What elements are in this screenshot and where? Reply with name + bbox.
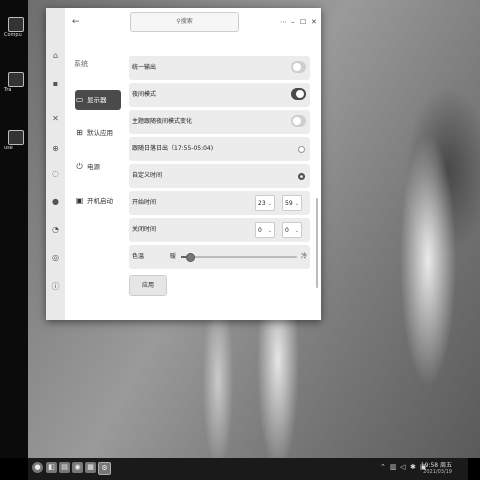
system-icon[interactable]: ▪ xyxy=(50,78,61,89)
taskbar: ● ◧ ▤ ◉ ▦ ⚙ ⌃ ▥ ◁ ✱ ▣ 19:58 周五 2021/03/1… xyxy=(28,458,480,480)
start-time-row: 开始时间 23 ⌄ 59 ⌄ xyxy=(129,191,310,215)
color-temp-row: 色温 暖 冷 xyxy=(129,245,310,269)
sunset-sunrise-row[interactable]: 跟随日落日出（17:55-05:04) xyxy=(129,137,310,161)
custom-time-label: 自定义时间 xyxy=(132,172,163,179)
clock-time[interactable]: 19:58 周五 xyxy=(421,460,452,469)
start-menu-icon[interactable]: ● xyxy=(32,462,43,473)
volume-icon[interactable]: ◁ xyxy=(400,463,405,471)
chevron-down-icon: ⌄ xyxy=(267,228,272,234)
chevron-down-icon: ⌄ xyxy=(267,201,272,207)
minimize-icon[interactable]: – xyxy=(291,18,295,26)
follow-theme-row: 主题跟随夜间模式变化 xyxy=(129,110,310,134)
desktop-icon-computer[interactable]: Compu xyxy=(4,17,34,38)
desktop-icon-home[interactable]: use xyxy=(4,130,34,151)
start-hour-spinbox[interactable]: 23 ⌄ xyxy=(255,195,275,211)
maximize-icon[interactable]: ☐ xyxy=(300,18,306,26)
section-title: 系统 xyxy=(74,60,88,68)
custom-time-row[interactable]: 自定义时间 xyxy=(129,164,310,188)
network-tray-icon[interactable]: ▥ xyxy=(390,463,397,471)
monitor-icon: ▭ xyxy=(75,95,84,104)
cool-label: 冷 xyxy=(300,253,307,260)
nav-label: 开机启动 xyxy=(87,197,113,205)
nav-label: 显示器 xyxy=(87,96,107,104)
nav-label: 电源 xyxy=(87,163,100,171)
home-folder-icon xyxy=(8,130,24,145)
trash-icon xyxy=(8,72,24,87)
end-minute-spinbox[interactable]: 0 ⌄ xyxy=(282,222,302,238)
nav-item-default-apps[interactable]: ⊞ 默认应用 xyxy=(75,123,121,143)
startup-icon: ▣ xyxy=(75,196,84,205)
start-hour-value: 23 xyxy=(258,200,266,207)
color-temp-label: 色温 xyxy=(132,253,145,260)
settings-content: 统一输出 夜间模式 主题跟随夜间模式变化 跟随日落日出（17:55-05:04)… xyxy=(129,56,310,272)
slider-handle[interactable] xyxy=(186,253,196,262)
clock-date[interactable]: 2021/03/19 xyxy=(423,469,452,475)
network-icon[interactable]: ⊕ xyxy=(50,143,61,154)
desktop-icon-trash[interactable]: Tra xyxy=(4,72,34,93)
search-placeholder: 搜索 xyxy=(180,18,193,25)
end-time-label: 关闭时间 xyxy=(132,226,157,233)
nav-item-startup[interactable]: ▣ 开机启动 xyxy=(75,191,121,211)
unified-output-label: 统一输出 xyxy=(132,64,157,71)
desktop-icon-label: Compu xyxy=(4,32,22,38)
unified-output-toggle[interactable] xyxy=(291,61,306,73)
desktop-icon-label: use xyxy=(4,145,13,151)
account-icon[interactable]: ● xyxy=(50,196,61,207)
browser-icon[interactable]: ◉ xyxy=(72,462,83,473)
datetime-icon[interactable]: ◔ xyxy=(50,224,61,235)
start-minute-spinbox[interactable]: 59 ⌄ xyxy=(282,195,302,211)
end-hour-spinbox[interactable]: 0 ⌄ xyxy=(255,222,275,238)
follow-theme-toggle[interactable] xyxy=(291,115,306,127)
bluetooth-icon[interactable]: ✱ xyxy=(410,463,416,471)
apps-grid-icon: ⊞ xyxy=(76,128,83,137)
end-time-row: 关闭时间 0 ⌄ 0 ⌄ xyxy=(129,218,310,242)
start-minute-value: 59 xyxy=(285,200,293,207)
sunset-sunrise-label: 跟随日落日出（17:55-05:04) xyxy=(132,145,214,152)
info-icon[interactable]: ⓘ xyxy=(50,281,61,292)
warm-label: 暖 xyxy=(170,253,177,260)
unified-output-row: 统一输出 xyxy=(129,56,310,80)
color-temp-slider[interactable] xyxy=(181,253,297,262)
end-minute-value: 0 xyxy=(285,227,289,234)
home-icon[interactable]: ⌂ xyxy=(50,50,61,61)
menu-icon[interactable]: ⋯ xyxy=(280,18,287,26)
chevron-down-icon: ⌄ xyxy=(294,228,299,234)
multitask-icon[interactable]: ◧ xyxy=(46,462,57,473)
desktop-strip xyxy=(0,0,28,458)
close-icon[interactable]: ✕ xyxy=(311,18,317,26)
sunset-sunrise-radio[interactable] xyxy=(298,146,305,153)
file-manager-icon[interactable]: ▤ xyxy=(59,462,70,473)
settings-app-icon[interactable]: ⚙ xyxy=(98,462,111,475)
screen-edge xyxy=(468,458,480,480)
night-mode-label: 夜间模式 xyxy=(132,91,157,98)
power-icon: ⏻ xyxy=(76,162,83,171)
computer-icon xyxy=(8,17,24,32)
scrollbar[interactable] xyxy=(316,198,318,288)
start-time-label: 开始时间 xyxy=(132,199,157,206)
store-icon[interactable]: ▦ xyxy=(85,462,96,473)
tray-up-arrow-icon[interactable]: ⌃ xyxy=(380,463,386,471)
chevron-down-icon: ⌄ xyxy=(294,201,299,207)
end-hour-value: 0 xyxy=(258,227,262,234)
back-arrow-icon[interactable]: ← xyxy=(72,17,80,27)
search-input[interactable]: ⚲搜索 xyxy=(130,12,239,32)
nav-item-power[interactable]: ⏻ 电源 xyxy=(75,157,121,177)
settings-window: ⌂ ▪ ✕ ⊕ ◌ ● ◔ ◎ ⓘ ← ⚲搜索 ⋯ – ☐ ✕ 系统 ▭ 显示器 … xyxy=(46,8,321,320)
devices-icon[interactable]: ✕ xyxy=(50,113,61,124)
follow-theme-label: 主题跟随夜间模式变化 xyxy=(132,118,193,125)
night-mode-toggle[interactable] xyxy=(291,88,306,100)
night-mode-row: 夜间模式 xyxy=(129,83,310,107)
update-icon[interactable]: ◎ xyxy=(50,252,61,263)
desktop-icon-label: Tra xyxy=(4,87,12,93)
custom-time-radio[interactable] xyxy=(298,173,305,180)
personalize-icon[interactable]: ◌ xyxy=(50,168,61,179)
category-rail: ⌂ ▪ ✕ ⊕ ◌ ● ◔ ◎ ⓘ xyxy=(46,8,65,320)
apply-button[interactable]: 应用 xyxy=(129,275,167,296)
nav-item-display[interactable]: ▭ 显示器 xyxy=(75,90,121,110)
nav-label: 默认应用 xyxy=(87,129,113,137)
